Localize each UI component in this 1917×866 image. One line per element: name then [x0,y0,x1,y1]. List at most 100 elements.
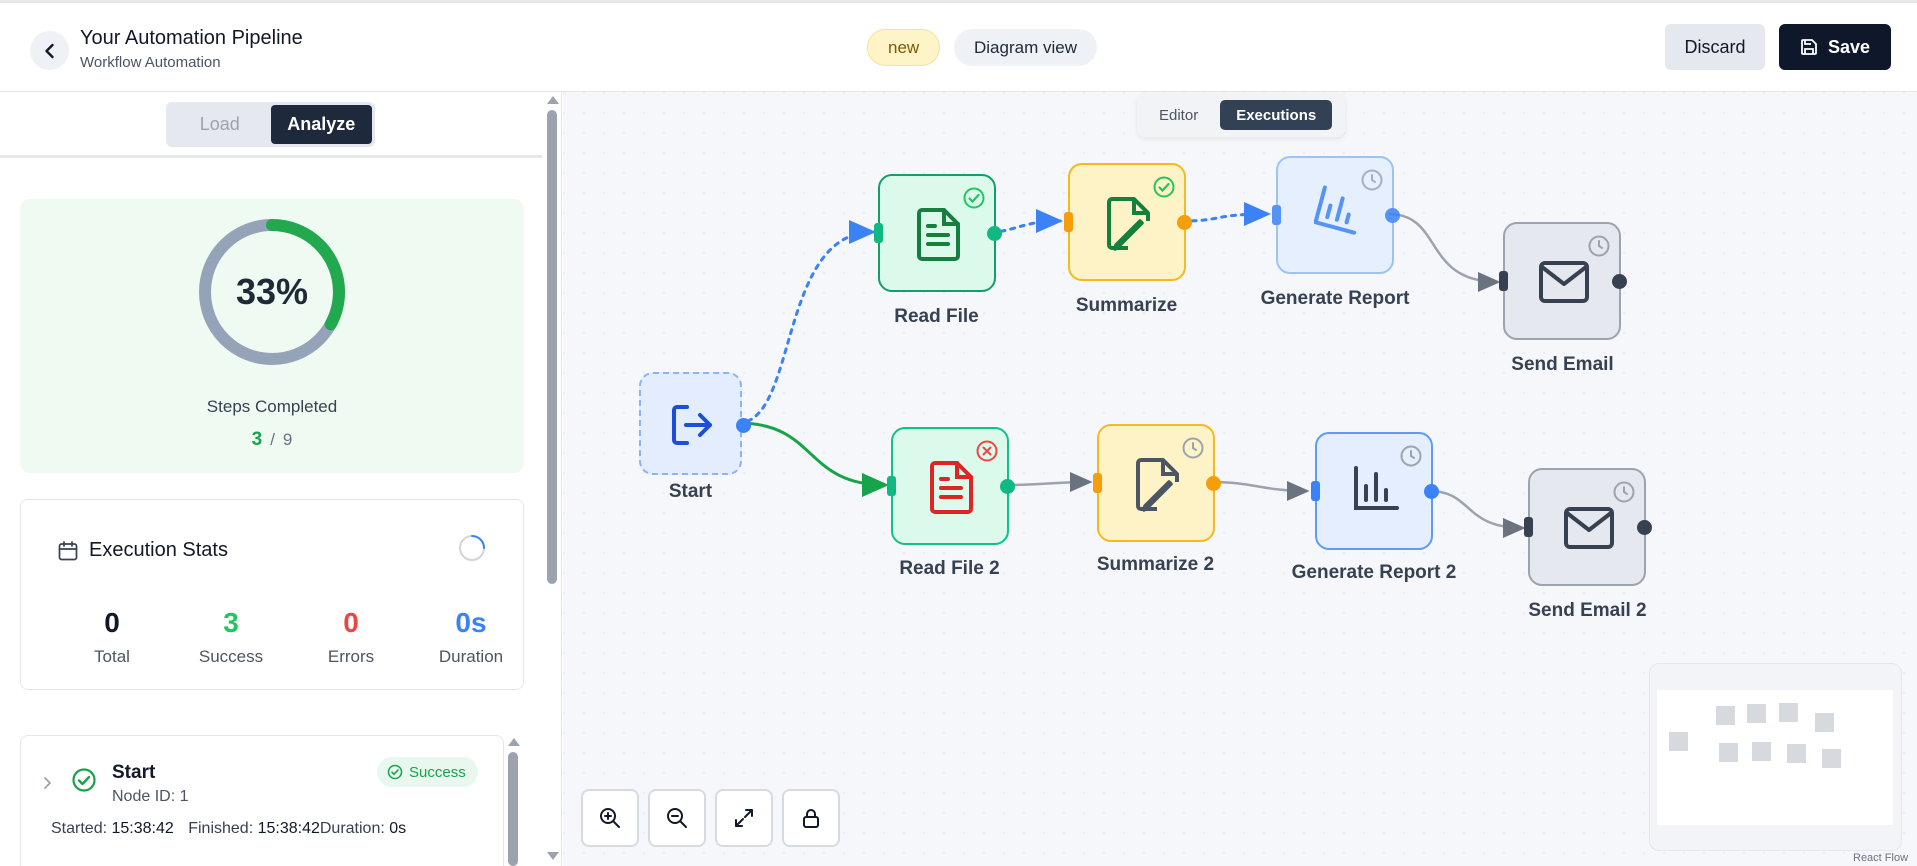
handle-source[interactable] [1637,520,1652,535]
minimap-node [1787,744,1806,763]
page-subtitle: Workflow Automation [80,54,221,71]
stat-success-label: Success [198,647,264,666]
minimap-node [1822,749,1841,768]
handle-source[interactable] [1000,479,1015,494]
node-label-read-file-2: Read File 2 [899,558,1000,579]
handle-target[interactable] [1064,212,1073,232]
tab-load[interactable]: Load [169,105,271,144]
execution-list-scrollbar[interactable] [507,738,520,866]
handle-source[interactable] [1424,484,1439,499]
node-label-read-file: Read File [894,306,979,327]
check-circle-icon [387,764,403,780]
minimap-node [1747,704,1766,723]
steps-completed-label: Steps Completed [206,397,338,416]
handle-source[interactable] [1385,208,1400,223]
node-start[interactable] [639,372,751,475]
node-send-email-2[interactable] [1524,468,1652,586]
zoom-in-button[interactable] [581,789,639,847]
node-summarize[interactable] [1064,163,1192,281]
handle-target[interactable] [1311,481,1320,501]
handle-target[interactable] [1499,271,1508,291]
stat-total-value: 0 [104,607,120,638]
handle-target[interactable] [1093,473,1102,493]
duration-value: 0s [389,820,407,837]
handle-source[interactable] [1206,476,1221,491]
zoom-out-button[interactable] [648,789,706,847]
node-read-file[interactable] [874,174,1002,292]
handle-target[interactable] [874,223,883,243]
check-circle-icon [72,768,96,792]
execution-item[interactable]: Start Node ID: 1 Success Started: 15:38:… [20,735,504,866]
save-label: Save [1827,36,1871,57]
execution-stats-card: Execution Stats 0 Total 3 Success 0 Erro… [20,499,524,690]
handle-source[interactable] [1612,274,1627,289]
tab-executions[interactable]: Executions [1220,100,1333,130]
node-label-summarize-2: Summarize 2 [1096,554,1215,575]
mode-toggle: Editor Executions [1137,93,1345,137]
diagram-view-button[interactable]: Diagram view [954,29,1097,66]
tab-editor[interactable]: Editor [1143,100,1214,130]
lock-button[interactable] [782,789,840,847]
status-badge: Success [377,757,478,787]
discard-button[interactable]: Discard [1665,24,1765,70]
clock-icon [1182,437,1204,459]
node-label-send-email-2: Send Email 2 [1528,600,1647,621]
chevron-left-icon [44,43,54,58]
node-generate-report-2[interactable] [1311,432,1439,550]
execution-node-id: Node ID: 1 [112,788,189,805]
node-summarize-2[interactable] [1093,424,1221,542]
document-icon [917,208,960,261]
tab-switcher: Load Analyze [166,102,375,147]
panel-scrollbar[interactable] [546,96,559,860]
clock-icon [1400,445,1422,467]
stat-duration-label: Duration [438,647,504,666]
scroll-down-arrow[interactable] [547,852,559,860]
handle-target[interactable] [1272,205,1281,225]
handle-target[interactable] [1524,517,1533,537]
node-label-start: Start [668,481,713,502]
chart-icon [1354,466,1399,510]
execution-node-name: Start [112,762,156,783]
save-button[interactable]: Save [1779,24,1891,70]
steps-total: 9 [282,430,293,449]
handle-source[interactable] [987,226,1002,241]
stats-title: Execution Stats [89,539,228,561]
finished-value: 15:38:42 [257,820,320,837]
panel-tabs: Load Analyze [0,92,542,158]
page-title: Your Automation Pipeline [80,27,303,49]
calendar-icon [58,540,78,560]
fit-view-button[interactable] [715,789,773,847]
minimap[interactable] [1649,663,1902,851]
chevron-right-icon[interactable] [43,774,53,795]
scroll-thumb[interactable] [547,110,557,584]
node-generate-report[interactable] [1272,156,1400,274]
mail-icon [1564,507,1614,549]
minimap-node [1716,706,1735,725]
stat-total: 0 Total [57,607,167,667]
handle-source[interactable] [1177,215,1192,230]
check-circle-icon [963,187,985,209]
handle-source[interactable] [736,418,751,433]
scroll-thumb[interactable] [508,752,518,866]
started-value: 15:38:42 [111,820,174,837]
back-button[interactable] [30,31,69,70]
handle-target[interactable] [887,476,896,496]
scroll-up-arrow[interactable] [508,738,520,746]
minimap-node [1669,732,1688,751]
node-send-email[interactable] [1499,222,1627,340]
attribution-link[interactable]: React Flow [1853,852,1908,864]
stat-duration-value: 0s [455,607,487,638]
progress-ring: 33% [195,215,349,369]
scroll-up-arrow[interactable] [547,96,559,104]
sign-out-icon [672,405,712,445]
header: Your Automation Pipeline Workflow Automa… [0,3,1917,92]
left-panel: Load Analyze 33% Steps Completed 3 / 9 Exe… [0,92,562,866]
tab-analyze[interactable]: Analyze [270,105,372,144]
status-badge: new [867,29,941,66]
file-edit-icon [1107,197,1150,251]
steps-done: 3 [251,429,263,450]
minimap-node [1815,713,1834,732]
minimap-node [1779,703,1798,722]
node-read-file-2[interactable] [887,427,1015,545]
execution-times: Started: 15:38:42 Finished: 15:38:42Dura… [51,820,406,838]
